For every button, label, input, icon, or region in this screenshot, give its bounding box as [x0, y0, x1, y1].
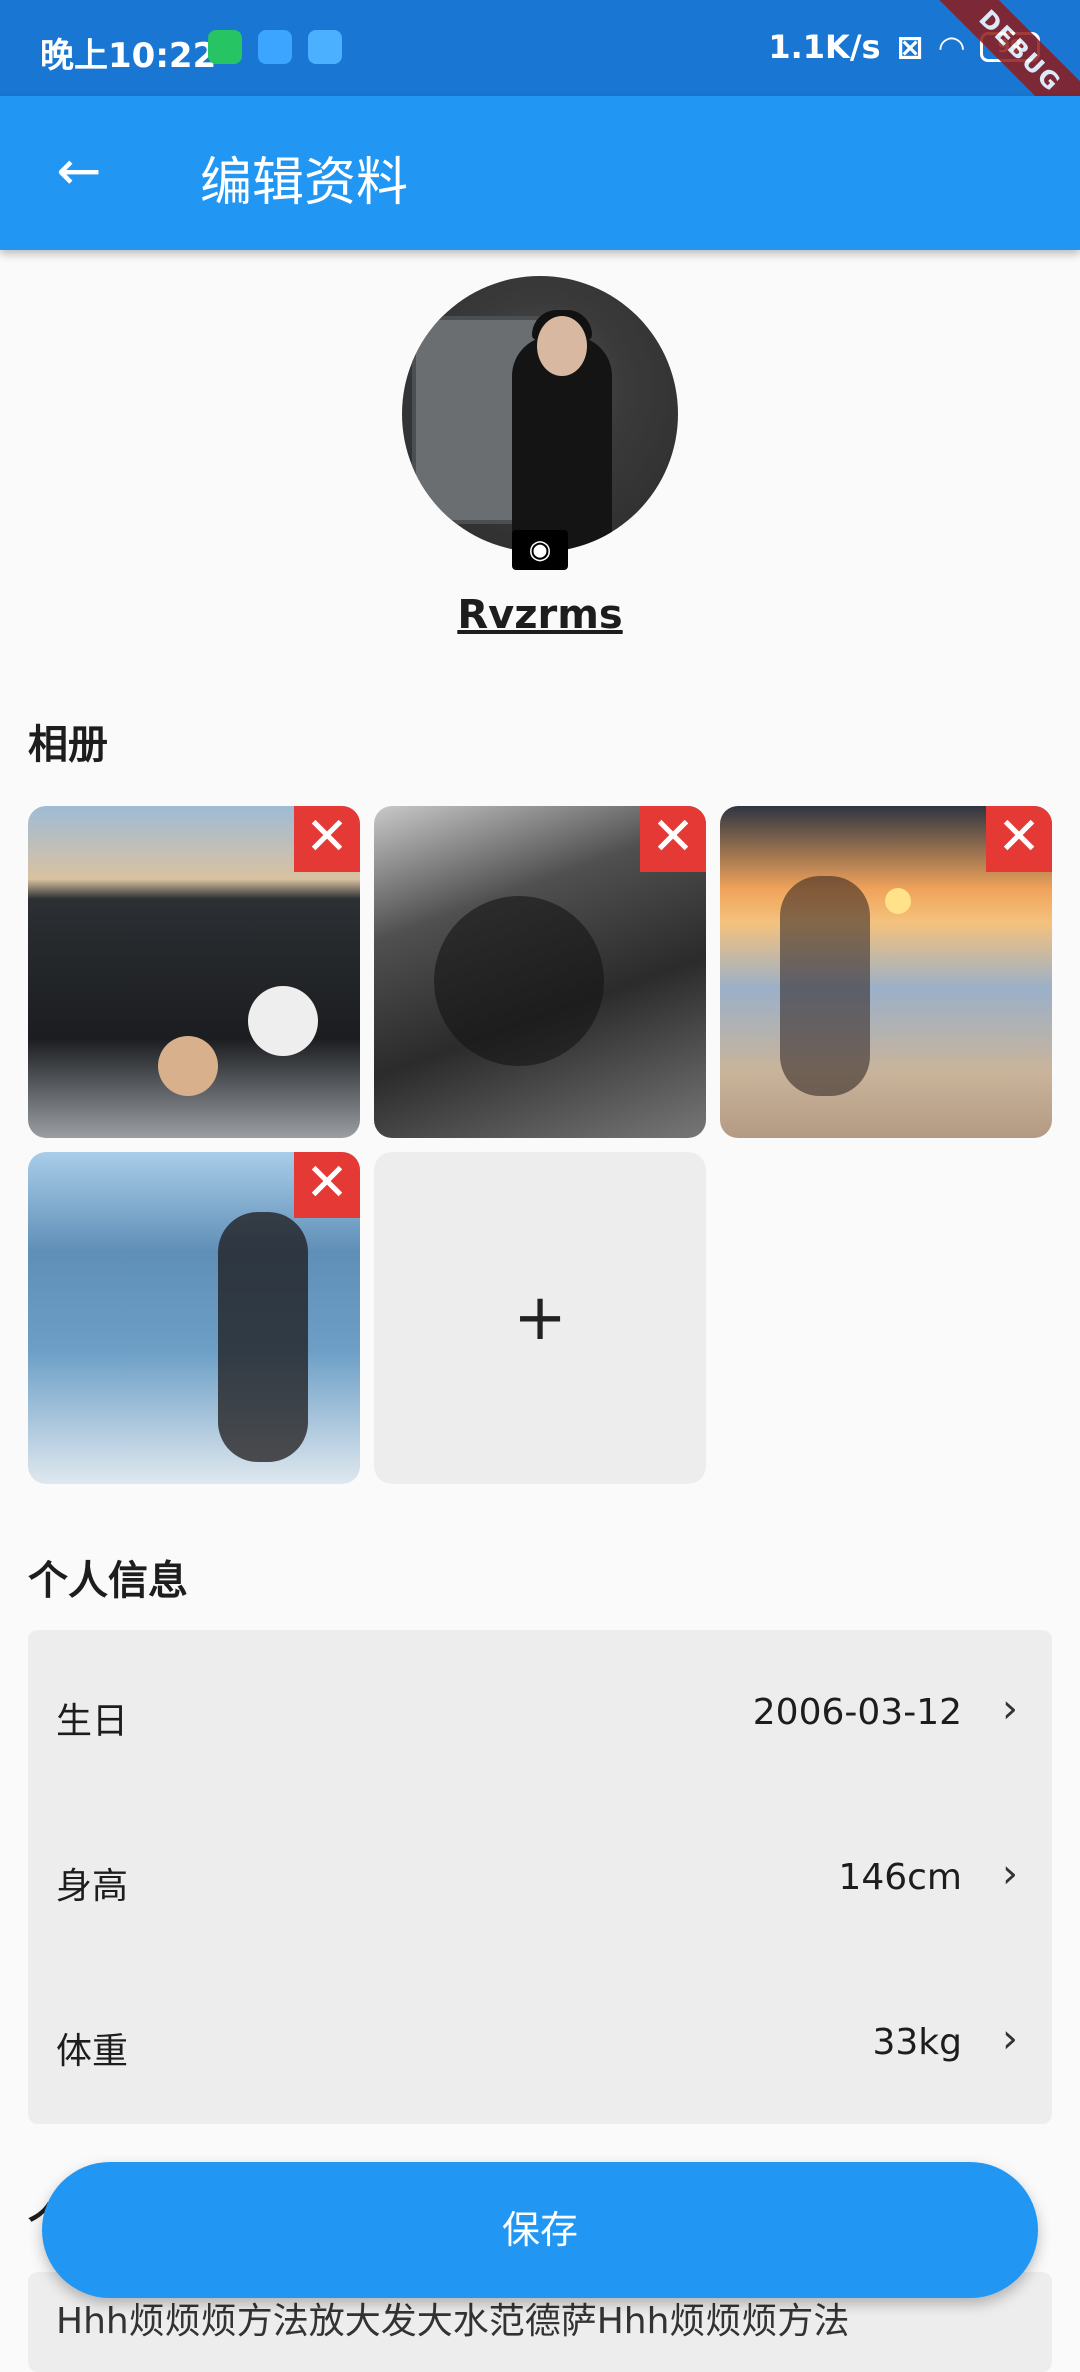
status-time: 晚上10:22 — [40, 36, 217, 76]
save-button[interactable]: 保存 — [42, 2162, 1038, 2298]
status-bar: 晚上10:22 1.1K/s ⊠ ◠ 99 DEBUG — [0, 0, 1080, 158]
info-value: 33kg — [872, 2022, 962, 2063]
network-speed: 1.1K/s — [768, 28, 881, 66]
info-row-birthday[interactable]: 生日 2006-03-12 › — [28, 1630, 1052, 1794]
app-bar: ← 编辑资料 — [0, 96, 1080, 250]
wifi-icon: ◠ — [939, 28, 964, 66]
personal-info-card: 生日 2006-03-12 › 身高 146cm › 体重 33kg › — [28, 1630, 1052, 2124]
info-label: 生日 — [56, 1701, 129, 1742]
shield-app-icon — [208, 30, 242, 64]
info-value: 146cm — [838, 1857, 962, 1898]
delete-photo-icon[interactable]: ✕ — [294, 806, 360, 872]
info-label: 身高 — [56, 1866, 129, 1907]
avatar[interactable] — [402, 276, 678, 552]
camera-icon[interactable]: ◉ — [512, 530, 568, 570]
album-photo-4[interactable]: ✕ — [28, 1152, 360, 1484]
info-label: 体重 — [56, 2031, 129, 2072]
album-title: 相册 — [28, 722, 108, 768]
album-photo-2[interactable]: ✕ — [374, 806, 706, 1138]
delete-photo-icon[interactable]: ✕ — [986, 806, 1052, 872]
chevron-right-icon: › — [1002, 2016, 1018, 2062]
chevron-right-icon: › — [1002, 1686, 1018, 1732]
personal-info-title: 个人信息 — [28, 1558, 188, 1604]
info-row-height[interactable]: 身高 146cm › — [28, 1795, 1052, 1959]
album-photo-1[interactable]: ✕ — [28, 806, 360, 1138]
album-photo-3[interactable]: ✕ — [720, 806, 1052, 1138]
page-title: 编辑资料 — [200, 153, 409, 213]
info-value: 2006-03-12 — [752, 1692, 962, 1733]
delete-photo-icon[interactable]: ✕ — [294, 1152, 360, 1218]
back-arrow-icon[interactable]: ← — [44, 136, 114, 206]
sim-icon: ⊠ — [896, 28, 924, 66]
cloud-app-icon — [308, 30, 342, 64]
username[interactable]: Rvzrms — [0, 592, 1080, 638]
info-row-weight[interactable]: 体重 33kg › — [28, 1960, 1052, 2124]
delete-photo-icon[interactable]: ✕ — [640, 806, 706, 872]
add-photo-button[interactable]: + — [374, 1152, 706, 1484]
chevron-right-icon: › — [1002, 1851, 1018, 1897]
bio-text: Hhh烦烦烦方法放大发大水范德萨Hhh烦烦烦方法 — [56, 2301, 850, 2342]
chat-app-icon — [258, 30, 292, 64]
